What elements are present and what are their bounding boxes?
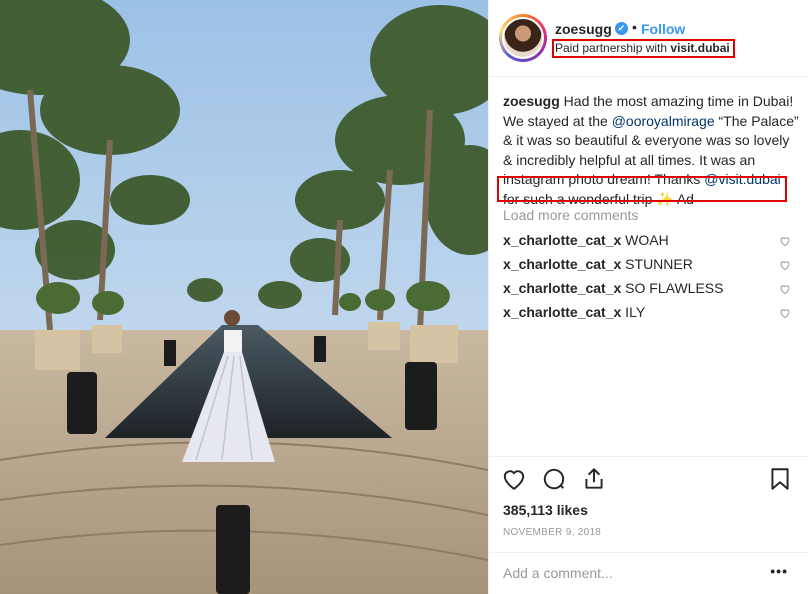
comment-bubble-icon[interactable] <box>541 466 567 492</box>
more-options-icon[interactable]: ••• <box>770 563 788 579</box>
comment-like-heart-icon[interactable] <box>779 259 791 271</box>
comment-username[interactable]: x_charlotte_cat_x <box>503 232 621 248</box>
post-header: zoesugg ✔ • Follow Paid partnership with… <box>489 0 808 76</box>
add-comment-input[interactable]: Add a comment... <box>503 565 613 581</box>
actions-divider <box>489 456 808 457</box>
comment-item: x_charlotte_cat_x STUNNER <box>503 256 803 274</box>
comment-input-divider <box>489 552 808 553</box>
verified-badge-icon: ✔ <box>615 22 628 35</box>
post-actions-bar <box>489 460 808 498</box>
share-icon[interactable] <box>581 466 607 492</box>
partner-account-link[interactable]: visit.dubai <box>670 41 729 55</box>
header-divider <box>489 76 808 77</box>
comment-text: SO FLAWLESS <box>621 280 724 296</box>
comment-item: x_charlotte_cat_x WOAH <box>503 232 803 250</box>
caption-username[interactable]: zoesugg <box>503 93 560 109</box>
comment-item: x_charlotte_cat_x SO FLAWLESS <box>503 280 803 298</box>
comment-username[interactable]: x_charlotte_cat_x <box>503 280 621 296</box>
comment-item: x_charlotte_cat_x ILY <box>503 304 803 322</box>
comment-like-heart-icon[interactable] <box>779 235 791 247</box>
ad-disclosure-highlight <box>497 176 787 202</box>
author-username[interactable]: zoesugg <box>555 21 612 37</box>
save-bookmark-icon[interactable] <box>767 466 793 492</box>
post-date[interactable]: NOVEMBER 9, 2018 <box>503 527 601 538</box>
avatar-image <box>502 17 544 59</box>
likes-count[interactable]: 385,113 likes <box>503 502 588 518</box>
comment-text: WOAH <box>621 232 669 248</box>
paid-partnership-label: Paid partnership with visit.dubai <box>555 41 730 55</box>
avatar[interactable] <box>499 14 547 62</box>
comment-username[interactable]: x_charlotte_cat_x <box>503 304 621 320</box>
comment-like-heart-icon[interactable] <box>779 307 791 319</box>
comment-like-heart-icon[interactable] <box>779 283 791 295</box>
separator-dot: • <box>632 19 637 35</box>
comment-text: STUNNER <box>621 256 693 272</box>
comment-username[interactable]: x_charlotte_cat_x <box>503 256 621 272</box>
paid-partnership-prefix: Paid partnership with <box>555 41 671 55</box>
like-heart-icon[interactable] <box>501 466 527 492</box>
post-side-panel: zoesugg ✔ • Follow Paid partnership with… <box>488 0 808 594</box>
load-more-comments-button[interactable]: Load more comments <box>503 207 638 223</box>
follow-button[interactable]: Follow <box>641 21 685 37</box>
post-photo-image <box>0 0 488 594</box>
mention-ooroyalmirage[interactable]: @ooroyalmirage <box>612 113 715 129</box>
post-photo[interactable] <box>0 0 488 594</box>
comment-text: ILY <box>621 304 646 320</box>
